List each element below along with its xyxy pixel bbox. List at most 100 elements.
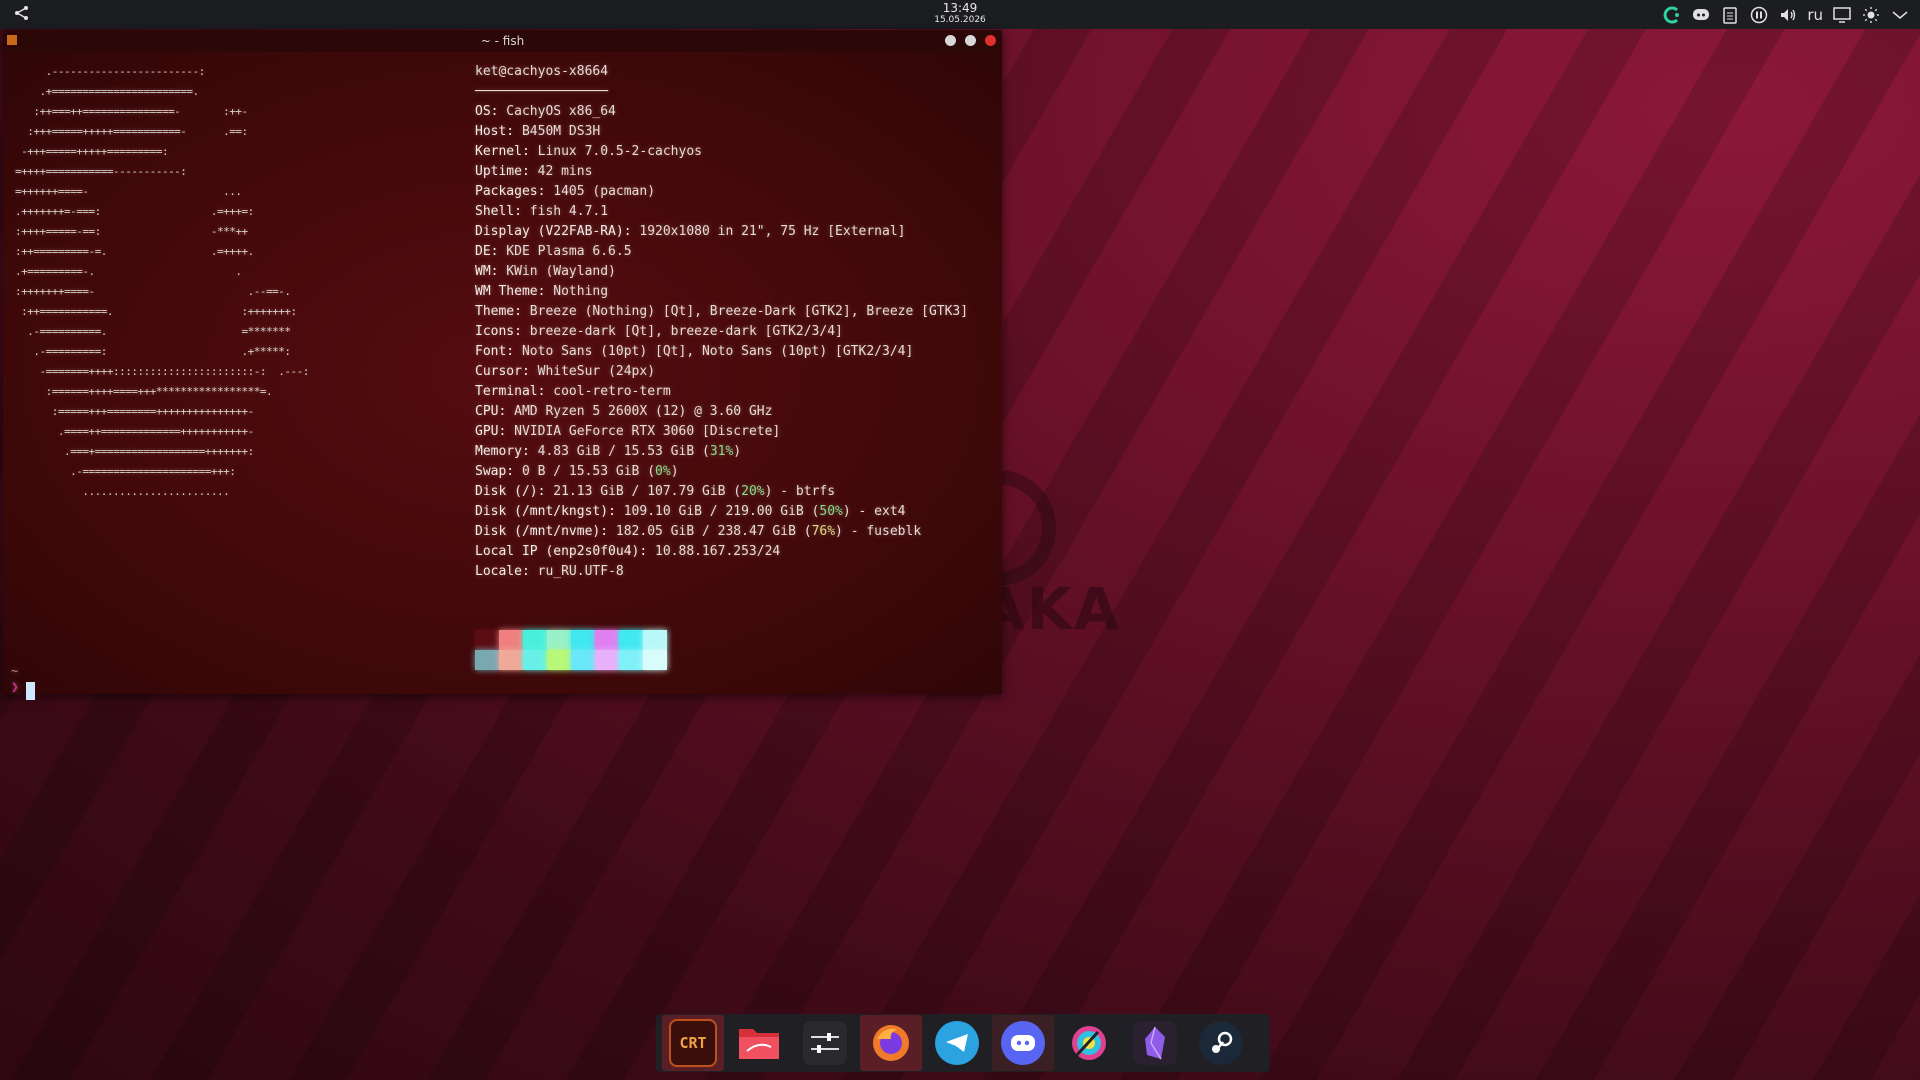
window-titlebar[interactable]: ~ - fish xyxy=(3,30,1002,52)
info-line: Disk (/): 21.13 GiB / 107.79 GiB (20%) -… xyxy=(475,482,968,502)
info-value: 4.83 GiB / 15.53 GiB ( xyxy=(529,444,710,459)
info-value: 10.88.167.253/24 xyxy=(647,544,781,559)
info-value: AMD Ryzen 5 2600X (12) @ 3.60 GHz xyxy=(506,404,773,419)
info-percent: 0% xyxy=(655,464,671,479)
dock-item-steam[interactable] xyxy=(1190,1015,1252,1071)
discord-icon[interactable] xyxy=(1691,5,1711,25)
brightness-icon[interactable] xyxy=(1861,5,1881,25)
info-value: Breeze (Nothing) [Qt], Breeze-Dark [GTK2… xyxy=(521,304,969,319)
info-line: Disk (/mnt/nvme): 182.05 GiB / 238.47 Gi… xyxy=(475,522,968,542)
application-launcher-icon[interactable] xyxy=(12,4,32,24)
taskbar-dock: CRT xyxy=(656,1014,1270,1072)
palette-swatch xyxy=(643,650,667,670)
info-percent: 31% xyxy=(709,444,734,459)
info-line: WM: KWin (Wayland) xyxy=(475,262,968,282)
clock-time: 13:49 xyxy=(942,1,978,15)
palette-swatch xyxy=(523,650,547,670)
palette-swatch xyxy=(619,650,643,670)
terminal-output[interactable]: .------------------------: .+===========… xyxy=(3,52,1002,700)
info-value: fish 4.7.1 xyxy=(521,204,609,219)
info-key: Disk (/mnt/nvme): xyxy=(475,524,609,539)
info-key: CPU: xyxy=(475,404,507,419)
dock-item-firefox[interactable] xyxy=(860,1015,922,1071)
info-tail: ) xyxy=(670,464,679,479)
dock-item-file-manager[interactable] xyxy=(728,1015,790,1071)
maximize-button[interactable] xyxy=(965,35,976,46)
minimize-button[interactable] xyxy=(945,35,956,46)
firefox-icon xyxy=(869,1021,913,1065)
info-value: ru_RU.UTF-8 xyxy=(529,564,624,579)
info-key: Local IP (enp2s0f0u4): xyxy=(475,544,648,559)
info-value: NVIDIA GeForce RTX 3060 [Discrete] xyxy=(506,424,781,439)
info-tail: ) - fuseblk xyxy=(835,524,922,539)
info-line: CPU: AMD Ryzen 5 2600X (12) @ 3.60 GHz xyxy=(475,402,968,422)
dock-item-telegram[interactable] xyxy=(926,1015,988,1071)
info-value: WhiteSur (24px) xyxy=(529,364,656,379)
info-value: Linux 7.0.5-2-cachyos xyxy=(529,144,702,159)
info-key: GPU: xyxy=(475,424,507,439)
dock-item-system-settings[interactable] xyxy=(794,1015,856,1071)
info-line: DE: KDE Plasma 6.6.5 xyxy=(475,242,968,262)
palette-swatch xyxy=(571,630,595,650)
telegram-icon xyxy=(935,1021,979,1065)
info-percent: 50% xyxy=(819,504,843,519)
volume-icon[interactable] xyxy=(1778,5,1798,25)
cachyos-update-icon[interactable] xyxy=(1662,5,1682,25)
dock-item-cool-retro-term[interactable]: CRT xyxy=(662,1015,724,1071)
palette-swatch xyxy=(475,630,499,650)
palette-swatch xyxy=(547,630,571,650)
chevron-down-icon[interactable] xyxy=(1890,5,1910,25)
info-value: 1920x1080 in 21", 75 Hz [External] xyxy=(631,224,906,239)
info-line: Cursor: WhiteSur (24px) xyxy=(475,362,968,382)
prompt-directory: ~ xyxy=(11,664,19,678)
krita-icon xyxy=(1067,1021,1111,1065)
info-line: Kernel: Linux 7.0.5-2-cachyos xyxy=(475,142,968,162)
clock-date: 15.05.2026 xyxy=(934,15,986,25)
info-line: Packages: 1405 (pacman) xyxy=(475,182,968,202)
info-key: Theme: xyxy=(475,304,522,319)
info-value: KWin (Wayland) xyxy=(498,264,616,279)
palette-swatch xyxy=(523,630,547,650)
digital-clock[interactable]: 13:49 15.05.2026 xyxy=(900,1,1020,26)
clipboard-icon[interactable] xyxy=(1720,5,1740,25)
info-value: B450M DS3H xyxy=(514,124,601,139)
cool-retro-term-icon: CRT xyxy=(669,1019,717,1067)
info-value: CachyOS x86_64 xyxy=(498,104,616,119)
color-palette xyxy=(475,630,667,670)
info-key: Uptime: xyxy=(475,164,530,179)
info-line: Font: Noto Sans (10pt) [Qt], Noto Sans (… xyxy=(475,342,968,362)
info-key: WM: xyxy=(475,264,499,279)
info-value: 42 mins xyxy=(529,164,593,179)
info-key: Cursor: xyxy=(475,364,530,379)
info-key: Packages: xyxy=(475,184,546,199)
dock-item-krita[interactable] xyxy=(1058,1015,1120,1071)
palette-swatch xyxy=(643,630,667,650)
info-line: Icons: breeze-dark [Qt], breeze-dark [GT… xyxy=(475,322,968,342)
info-line: Local IP (enp2s0f0u4): 10.88.167.253/24 xyxy=(475,542,968,562)
info-line: Swap: 0 B / 15.53 GiB (0%) xyxy=(475,462,968,482)
folder-icon xyxy=(737,1021,781,1065)
display-icon[interactable] xyxy=(1832,5,1852,25)
close-button[interactable] xyxy=(985,35,996,46)
dock-item-obsidian[interactable] xyxy=(1124,1015,1186,1071)
info-percent: 20% xyxy=(741,484,765,499)
terminal-window[interactable]: ~ - fish .------------------------: .+==… xyxy=(3,30,1002,700)
info-line: Memory: 4.83 GiB / 15.53 GiB (31%) xyxy=(475,442,968,462)
info-key: Icons: xyxy=(475,324,522,339)
info-value: 1405 (pacman) xyxy=(545,184,656,199)
info-tail: ) xyxy=(733,444,742,459)
info-value: 0 B / 15.53 GiB ( xyxy=(514,464,656,479)
media-pause-icon[interactable] xyxy=(1749,5,1769,25)
info-line: Uptime: 42 mins xyxy=(475,162,968,182)
dock-item-discord[interactable] xyxy=(992,1015,1054,1071)
info-value: 21.13 GiB / 107.79 GiB ( xyxy=(545,484,742,499)
palette-row-bright xyxy=(475,650,667,670)
user-host: ket@cachyos-x8664 xyxy=(475,64,609,79)
info-key: Display (V22FAB-RA): xyxy=(475,224,632,239)
info-key: Host: xyxy=(475,124,515,139)
info-tail: ) - btrfs xyxy=(764,484,836,499)
palette-swatch xyxy=(595,650,619,670)
palette-swatch xyxy=(595,630,619,650)
info-line: Shell: fish 4.7.1 xyxy=(475,202,968,222)
keyboard-layout-indicator[interactable]: ru xyxy=(1807,5,1823,25)
